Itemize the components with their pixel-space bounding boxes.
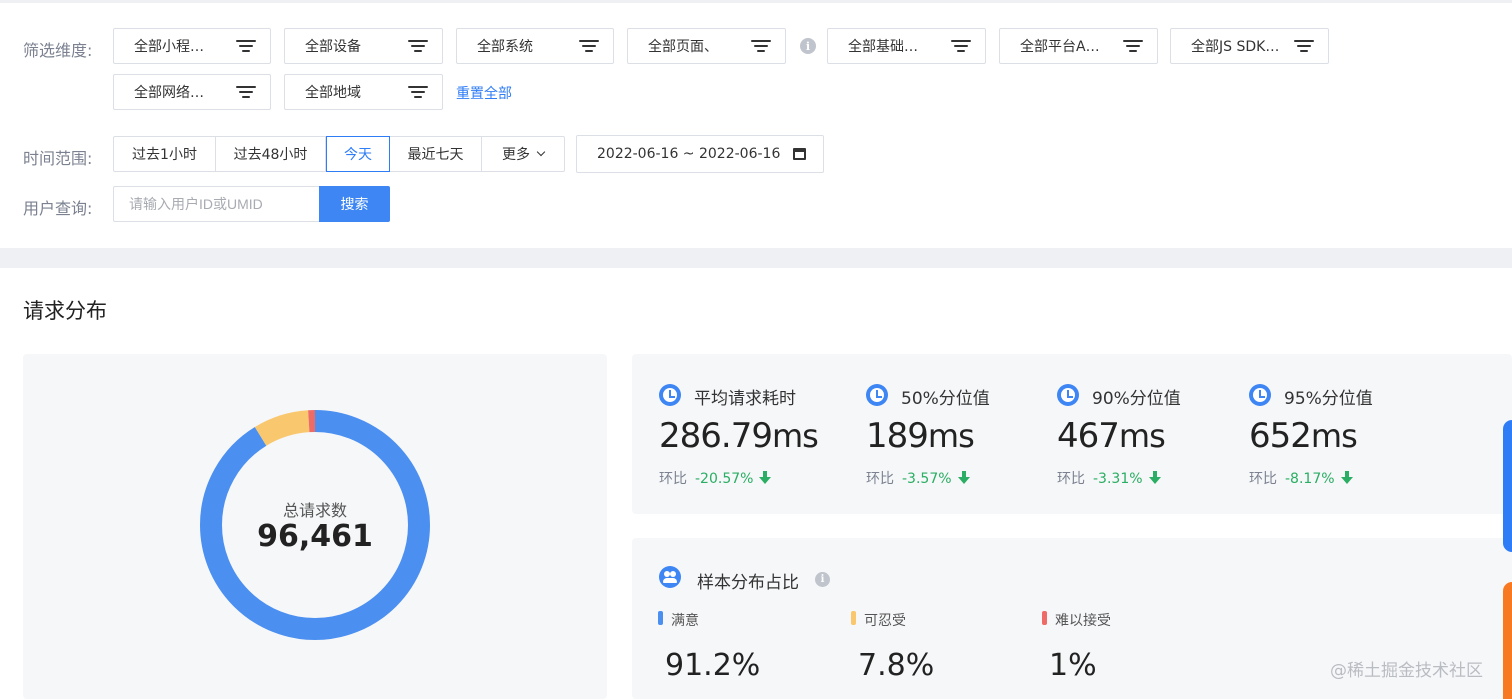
filter-base-label: 全部基础…: [848, 39, 918, 55]
filter-page[interactable]: 全部页面、: [627, 28, 786, 64]
metric-compare: 环比 -3.57%: [866, 468, 970, 488]
info-icon[interactable]: i: [800, 38, 816, 54]
distribution-value: 1%: [1049, 648, 1097, 683]
metric-compare: 环比 -20.57%: [659, 468, 772, 488]
filter-icon: [751, 39, 771, 53]
time-range-selector: 过去1小时 过去48小时 今天 最近七天 更多: [113, 136, 565, 172]
users-icon: [659, 566, 681, 588]
filter-page-label: 全部页面、: [648, 39, 718, 55]
filter-icon: [408, 39, 428, 53]
date-range-text: 2022-06-16 ~ 2022-06-16: [597, 146, 781, 162]
legend-marker: [851, 611, 856, 625]
donut-card: 总请求数 96,461: [23, 354, 607, 699]
time-option-today[interactable]: 今天: [326, 136, 390, 172]
arrow-down-icon: [957, 471, 970, 484]
filter-icon: [1123, 39, 1143, 53]
search-button[interactable]: 搜索: [319, 186, 390, 222]
filter-icon: [236, 39, 256, 53]
filter-platform[interactable]: 全部平台A…: [999, 28, 1158, 64]
time-option-more[interactable]: 更多: [482, 137, 564, 171]
filter-region-label: 全部地域: [305, 85, 361, 101]
filter-network[interactable]: 全部网络…: [113, 74, 271, 110]
clock-icon: [1057, 384, 1079, 406]
metric-label: 95%分位值: [1284, 389, 1373, 409]
filter-device-label: 全部设备: [305, 39, 361, 55]
metrics-card: 平均请求耗时 286.79ms 环比 -20.57% 50%分位值 189ms 环…: [632, 354, 1512, 514]
metric-label: 50%分位值: [901, 389, 990, 409]
filter-region[interactable]: 全部地域: [284, 74, 443, 110]
time-option-48h[interactable]: 过去48小时: [216, 137, 326, 171]
arrow-down-icon: [1340, 471, 1353, 484]
distribution-label: 满意: [671, 613, 699, 629]
arrow-down-icon: [1148, 471, 1161, 484]
filter-icon: [408, 85, 428, 99]
filter-device[interactable]: 全部设备: [284, 28, 443, 64]
watermark: @稀土掘金技术社区: [1330, 661, 1483, 681]
filter-js-sdk[interactable]: 全部JS SDK…: [1170, 28, 1329, 64]
time-option-1h[interactable]: 过去1小时: [114, 137, 216, 171]
distribution-value: 91.2%: [665, 648, 761, 683]
side-widget-orange[interactable]: [1503, 582, 1512, 699]
metric-label: 平均请求耗时: [694, 389, 796, 409]
chevron-down-icon: [536, 147, 546, 157]
section-divider: [0, 248, 1512, 268]
metric-value: 189ms: [866, 416, 975, 456]
reset-all-link[interactable]: 重置全部: [456, 83, 512, 103]
side-widget-blue[interactable]: [1503, 420, 1512, 552]
clock-icon: [659, 384, 681, 406]
metric-value: 467ms: [1057, 416, 1166, 456]
metric-label: 90%分位值: [1092, 389, 1181, 409]
filter-base[interactable]: 全部基础…: [827, 28, 986, 64]
clock-icon: [1249, 384, 1271, 406]
info-icon[interactable]: i: [815, 572, 830, 587]
filter-icon: [236, 85, 256, 99]
donut-label: 总请求数: [282, 501, 347, 520]
arrow-down-icon: [759, 471, 772, 484]
filter-system-label: 全部系统: [477, 39, 533, 55]
distribution-value: 7.8%: [858, 648, 935, 683]
metric-value: 286.79ms: [659, 416, 819, 456]
metric-compare: 环比 -3.31%: [1057, 468, 1161, 488]
filter-dimension-label: 筛选维度:: [23, 41, 93, 60]
filter-icon: [951, 39, 971, 53]
filter-mini-program[interactable]: 全部小程…: [113, 28, 271, 64]
time-option-7d[interactable]: 最近七天: [390, 137, 482, 171]
clock-icon: [866, 384, 888, 406]
filter-icon: [579, 39, 599, 53]
user-search-input[interactable]: [113, 186, 320, 222]
distribution-label: 可忍受: [864, 613, 906, 629]
calendar-icon: [793, 148, 806, 160]
user-query-label: 用户查询:: [23, 199, 93, 218]
filter-system[interactable]: 全部系统: [456, 28, 614, 64]
time-range-label: 时间范围:: [23, 149, 93, 168]
donut-value: 96,461: [257, 519, 373, 554]
filter-icon: [1294, 39, 1314, 53]
distribution-title: 样本分布占比: [697, 573, 799, 593]
section-title: 请求分布: [23, 299, 107, 323]
metric-compare: 环比 -8.17%: [1249, 468, 1353, 488]
filter-js-sdk-label: 全部JS SDK…: [1191, 39, 1280, 55]
date-range-picker[interactable]: 2022-06-16 ~ 2022-06-16: [576, 135, 824, 173]
legend-marker: [1042, 611, 1047, 625]
filter-network-label: 全部网络…: [134, 85, 204, 101]
time-option-more-label: 更多: [502, 147, 530, 163]
distribution-label: 难以接受: [1055, 613, 1111, 629]
legend-marker: [658, 611, 663, 625]
metric-value: 652ms: [1249, 416, 1358, 456]
filter-mini-program-label: 全部小程…: [134, 39, 204, 55]
filter-platform-label: 全部平台A…: [1020, 39, 1100, 55]
